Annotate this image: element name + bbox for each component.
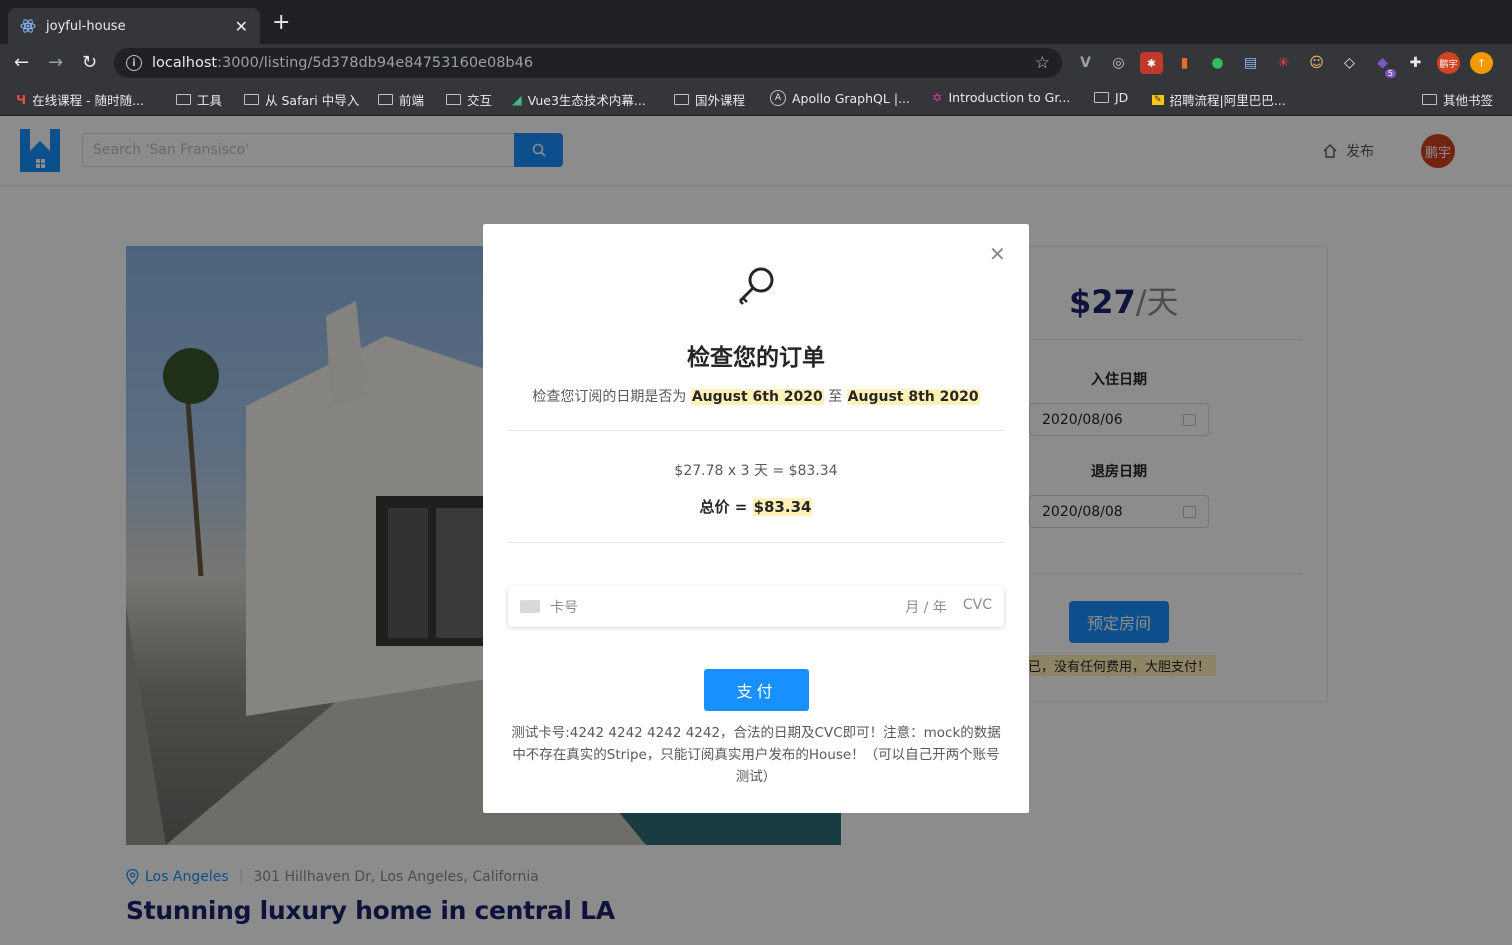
folder-icon (176, 94, 191, 105)
target-extension-icon[interactable]: ◎ (1107, 52, 1130, 74)
evernote-icon[interactable]: ● (1206, 52, 1229, 74)
bookmark-folder[interactable]: 国外课程 (674, 90, 745, 109)
update-icon[interactable]: ↑ (1470, 52, 1493, 74)
cube-extension-icon[interactable]: ◆ 5 (1371, 52, 1396, 78)
cvc-field[interactable]: CVC (963, 597, 992, 617)
bug-extension-icon[interactable]: ✱ (1140, 52, 1163, 74)
tab-title: joyful-house (46, 18, 126, 34)
url-host: localhost (152, 55, 218, 71)
new-tab-icon[interactable]: + (272, 12, 290, 34)
checkout-modal: ✕ 检查您的订单 检查您订阅的日期是否为 August 6th 2020 至 A… (483, 224, 1029, 813)
date-from: August 6th 2020 (690, 389, 824, 405)
back-icon[interactable]: ← (14, 52, 29, 73)
vue-leaf-icon: ◢ (512, 92, 522, 107)
reload-icon[interactable]: ↻ (82, 52, 97, 73)
divider (508, 430, 1004, 431)
course-site-icon: Ч (16, 92, 27, 107)
bookmark-folder[interactable]: 前端 (378, 90, 424, 109)
puzzle-extensions-icon[interactable]: ✚ (1404, 52, 1427, 74)
bookmark-item[interactable]: ✡ Introduction to Gr... (932, 90, 1070, 105)
bookmark-item[interactable]: ◢ Vue3生态技术内幕... (512, 90, 646, 109)
other-bookmarks[interactable]: 其他书签 (1422, 90, 1493, 109)
alibaba-icon: ✎ (1152, 94, 1164, 105)
diamond-extension-icon[interactable]: ◇ (1338, 52, 1361, 74)
expiry-field[interactable]: 月 / 年 (905, 597, 947, 617)
pay-button[interactable]: 支付 (704, 669, 809, 711)
bookmark-folder[interactable]: 从 Safari 中导入 (244, 90, 359, 109)
bottle-extension-icon[interactable]: ▮ (1173, 52, 1196, 74)
bookmark-folder[interactable]: 工具 (176, 90, 222, 109)
bookmark-star-icon[interactable]: ☆ (1035, 53, 1050, 73)
bookmark-folder[interactable]: 交互 (446, 90, 492, 109)
card-number-field[interactable]: 卡号 (550, 597, 578, 617)
window-extension-icon[interactable]: ▤ (1239, 52, 1262, 74)
address-bar[interactable]: i localhost:3000/listing/5d378db94e84753… (114, 48, 1062, 78)
browser-tab[interactable]: joyful-house ✕ (8, 8, 260, 44)
folder-icon (378, 94, 393, 105)
url-path: :3000/listing/5d378db94e84753160e08b46 (217, 55, 534, 71)
credit-card-icon (520, 600, 540, 613)
total-value: $83.34 (752, 498, 813, 516)
graphql-icon: ✡ (932, 90, 943, 105)
extension-badge: 5 (1384, 69, 1396, 78)
bookmark-item[interactable]: A Apollo GraphQL |... (770, 90, 910, 106)
price-calculation: $27.78 x 3 天 = $83.34 (674, 463, 838, 479)
vue-devtools-icon[interactable]: V (1074, 52, 1097, 74)
folder-icon (1422, 94, 1437, 105)
apollo-icon: A (770, 90, 786, 106)
bookmark-folder[interactable]: JD (1094, 90, 1128, 105)
key-icon (735, 264, 777, 310)
browser-toolbar: ← → ↻ i localhost:3000/listing/5d378db94… (0, 44, 1512, 82)
total-price: 总价 = $83.34 (699, 498, 813, 516)
modal-subtitle: 检查您订阅的日期是否为 August 6th 2020 至 August 8th… (532, 389, 980, 405)
modal-title: 检查您的订单 (687, 345, 825, 371)
extensions-bar: V ◎ ✱ ▮ ● ▤ ✳ ☺ ◇ ◆ 5 ✚ 鹏宇 ↑ (1074, 52, 1493, 78)
folder-icon (674, 94, 689, 105)
bookmark-item[interactable]: ✎ 招聘流程|阿里巴巴... (1152, 90, 1286, 109)
divider (508, 542, 1004, 543)
react-icon (20, 18, 36, 34)
forward-icon[interactable]: → (48, 52, 63, 73)
site-info-icon[interactable]: i (126, 55, 142, 71)
folder-icon (244, 94, 259, 105)
folder-icon (446, 94, 461, 105)
test-card-hint: 测试卡号:4242 4242 4242 4242，合法的日期及CVC即可！注意：… (511, 725, 1001, 785)
face-extension-icon[interactable]: ☺ (1305, 52, 1328, 74)
profile-avatar[interactable]: 鹏宇 (1437, 52, 1460, 74)
card-input[interactable]: 卡号 月 / 年 CVC (508, 586, 1004, 627)
close-modal-icon[interactable]: ✕ (989, 242, 1006, 266)
browser-tabbar: joyful-house ✕ + (0, 0, 1512, 44)
folder-icon (1094, 92, 1109, 103)
bookmarks-bar: Ч 在线课程 - 随时随... 工具 从 Safari 中导入 前端 交互 ◢ Vu… (0, 82, 1512, 116)
bookmark-item[interactable]: Ч 在线课程 - 随时随... (16, 90, 144, 109)
date-to: August 8th 2020 (846, 389, 980, 405)
color-picker-icon[interactable]: ✳ (1272, 52, 1295, 74)
close-tab-icon[interactable]: ✕ (235, 17, 248, 36)
